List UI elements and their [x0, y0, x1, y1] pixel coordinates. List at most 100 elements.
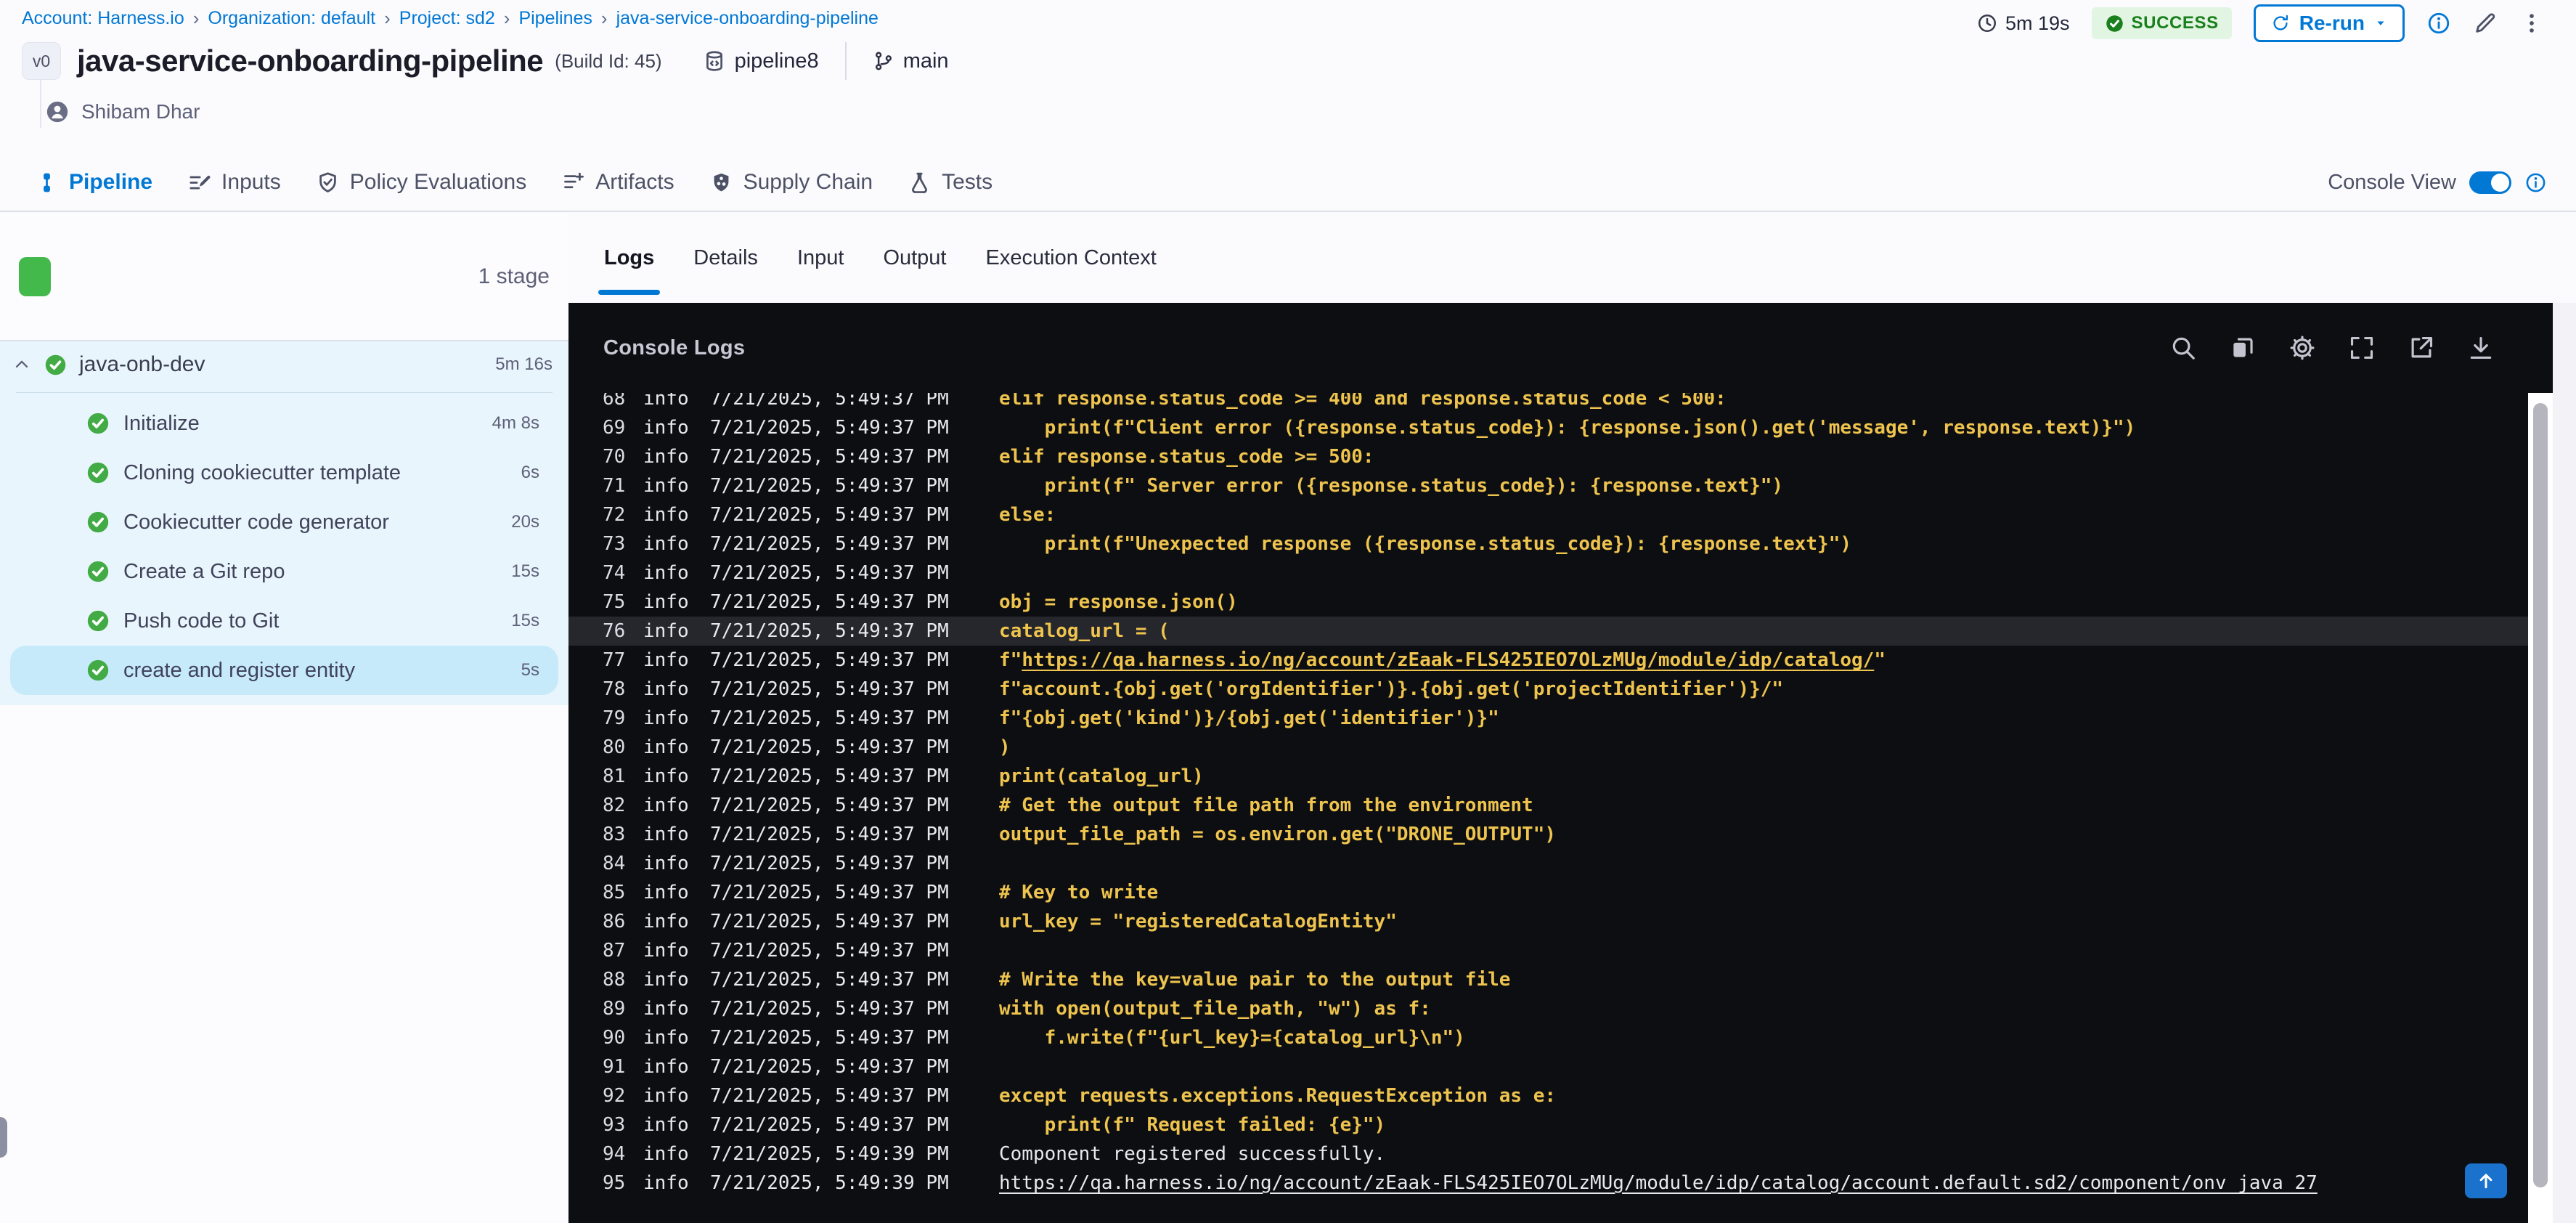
copy-icon[interactable] [2229, 334, 2257, 362]
step-item[interactable]: Cloning cookiecutter template 6s [10, 448, 558, 497]
log-level: info [643, 707, 689, 729]
log-timestamp: 7/21/2025, 5:49:39 PM [710, 1143, 949, 1165]
tab-supply-chain[interactable]: Supply Chain [709, 170, 873, 195]
step-duration: 6s [521, 463, 539, 482]
detail-tab-details[interactable]: Details [693, 214, 758, 303]
log-timestamp: 7/21/2025, 5:49:37 PM [710, 504, 949, 526]
detail-tab-input[interactable]: Input [797, 214, 844, 303]
stage-status-square[interactable] [19, 257, 51, 296]
pencil-icon [2473, 11, 2498, 36]
pipeline-reference[interactable]: pipeline8 [703, 49, 819, 73]
more-options-button[interactable] [2519, 11, 2544, 36]
breadcrumb-item[interactable]: Project: sd2 [399, 8, 495, 29]
step-label: Create a Git repo [123, 559, 285, 583]
scrollbar-thumb[interactable] [2533, 403, 2548, 1187]
log-line-92: 92 info 7/21/2025, 5:49:37 PM except reques… [568, 1081, 2528, 1110]
console-view-info-icon[interactable] [2524, 171, 2547, 194]
tab-label: Artifacts [595, 170, 674, 194]
tab-artifacts[interactable]: Artifacts [561, 170, 674, 195]
step-success-icon [86, 510, 110, 535]
log-line-number: 79 [603, 707, 626, 729]
stage-duration: 5m 16s [495, 354, 553, 374]
log-level: info [643, 591, 689, 613]
stage-row[interactable]: java-onb-dev 5m 16s [0, 341, 568, 388]
log-timestamp: 7/21/2025, 5:49:37 PM [710, 736, 949, 758]
log-text: ) [999, 736, 1011, 758]
console-panel: Console Logs 68 info 7/21/2025, 5:49:37 PM… [568, 303, 2576, 1223]
log-text: f"{obj.get('kind')}/{obj.get('identifier… [999, 707, 1499, 729]
detail-tab-output[interactable]: Output [883, 214, 946, 303]
stage-count: 1 stage [478, 264, 550, 288]
step-list: Initialize 4m 8s Cloning cookiecutter temp… [0, 399, 568, 695]
console-view-toggle[interactable] [2469, 171, 2511, 194]
log-text: catalog_url = ( [999, 620, 1170, 642]
download-icon[interactable] [2467, 334, 2495, 362]
scroll-to-top-button[interactable] [2465, 1163, 2507, 1198]
log-timestamp: 7/21/2025, 5:49:37 PM [710, 998, 949, 1020]
step-label: Cookiecutter code generator [123, 510, 389, 534]
log-level: info [643, 446, 689, 468]
step-item[interactable]: Create a Git repo 15s [10, 547, 558, 596]
log-line-89: 89 info 7/21/2025, 5:49:37 PM with open(out… [568, 994, 2528, 1023]
tab-inputs[interactable]: Inputs [187, 170, 281, 195]
log-level: info [643, 533, 689, 555]
triggered-by: Shibam Dhar [45, 97, 200, 126]
step-item[interactable]: create and register entity 5s [10, 646, 558, 695]
tab-policy-evaluations[interactable]: Policy Evaluations [316, 170, 526, 195]
breadcrumb-item[interactable]: Pipelines [518, 8, 592, 29]
log-link[interactable]: https://qa.harness.io/ng/account/zEaak-F… [1022, 649, 1874, 671]
search-icon[interactable] [2169, 334, 2197, 362]
left-edge-drawer-handle[interactable] [0, 1117, 7, 1158]
breadcrumb-item[interactable]: Organization: default [208, 8, 375, 29]
log-text: url_key = "registeredCatalogEntity" [999, 911, 1397, 933]
breadcrumb-item[interactable]: Account: Harness.io [22, 8, 184, 29]
log-text: # Key to write [999, 882, 1159, 903]
fullscreen-icon[interactable] [2348, 334, 2376, 362]
tab-tests[interactable]: Tests [908, 170, 993, 195]
log-line-number: 84 [603, 853, 626, 874]
log-link[interactable]: https://qa.harness.io/ng/account/zEaak-F… [999, 1172, 2318, 1194]
user-name: Shibam Dhar [81, 100, 200, 123]
stage-name: java-onb-dev [79, 352, 205, 376]
step-item[interactable]: Push code to Git 15s [10, 596, 558, 646]
step-item[interactable]: Cookiecutter code generator 20s [10, 497, 558, 547]
step-label: Cloning cookiecutter template [123, 460, 402, 484]
user-avatar-icon [45, 99, 70, 124]
log-line-number: 78 [603, 678, 626, 700]
execution-sidebar: 1 stage java-onb-dev 5m 16s Initialize 4m… [0, 214, 568, 1223]
log-timestamp: 7/21/2025, 5:49:37 PM [710, 882, 949, 903]
log-timestamp: 7/21/2025, 5:49:37 PM [710, 446, 949, 468]
detail-tab-logs[interactable]: Logs [598, 214, 661, 303]
info-button[interactable] [2426, 11, 2451, 36]
console-log-body: 68 info 7/21/2025, 5:49:37 PM elif response… [568, 384, 2528, 1223]
detail-tab-execution-context[interactable]: Execution Context [986, 214, 1157, 303]
console-scrollbar[interactable] [2528, 393, 2553, 1223]
log-timestamp: 7/21/2025, 5:49:37 PM [710, 649, 949, 671]
tab-pipeline[interactable]: Pipeline [35, 170, 152, 195]
branch-reference[interactable]: main [873, 49, 949, 73]
step-success-icon [86, 559, 110, 584]
settings-icon[interactable] [2288, 334, 2316, 362]
rerun-button[interactable]: Re-run [2253, 4, 2405, 42]
log-timestamp: 7/21/2025, 5:49:37 PM [710, 475, 949, 497]
page-title: java-service-onboarding-pipeline [77, 44, 544, 78]
edit-pipeline-button[interactable] [2473, 11, 2498, 36]
console-view-label: Console View [2328, 170, 2456, 194]
detail-tab-bar: Logs Details Input Output Execution Context [568, 214, 2576, 303]
step-success-icon [86, 411, 110, 436]
log-text: f.write(f"{url_key}={catalog_url}\n") [999, 1027, 1465, 1049]
step-duration: 15s [511, 611, 539, 630]
log-level: info [643, 998, 689, 1020]
breadcrumb-separator: › [503, 7, 510, 29]
log-line-number: 90 [603, 1027, 626, 1049]
breadcrumb-item[interactable]: java-service-onboarding-pipeline [616, 8, 879, 29]
step-item[interactable]: Initialize 4m 8s [10, 399, 558, 448]
chevron-up-icon[interactable] [12, 354, 32, 375]
refresh-icon [2270, 13, 2291, 33]
info-icon [2426, 11, 2451, 36]
log-timestamp: 7/21/2025, 5:49:37 PM [710, 795, 949, 816]
log-text: # Get the output file path from the envi… [999, 795, 1533, 816]
log-level: info [643, 853, 689, 874]
log-line-number: 82 [603, 795, 626, 816]
open-in-new-icon[interactable] [2408, 334, 2435, 362]
